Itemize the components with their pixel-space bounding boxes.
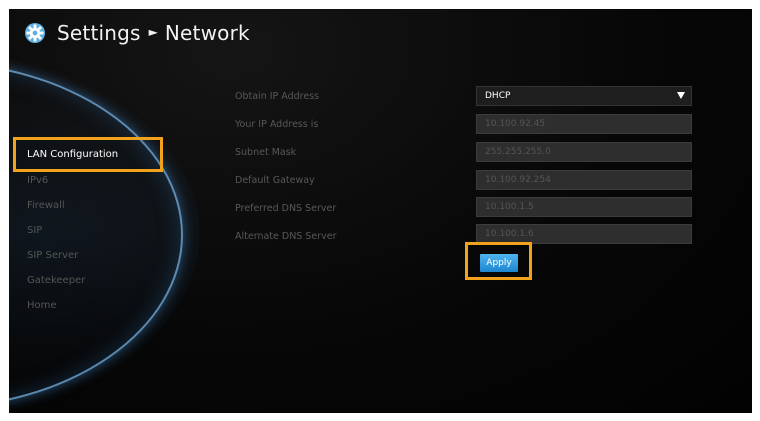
sidebar-item-sip-server[interactable]: SIP Server — [27, 250, 78, 261]
preferred-dns-field[interactable]: 10.100.1.5 — [476, 197, 692, 217]
breadcrumb-separator-icon: ► — [148, 25, 158, 39]
breadcrumb-section[interactable]: Settings — [57, 21, 141, 45]
ip-address-label: Your IP Address is — [235, 119, 319, 130]
sidebar-item-gatekeeper[interactable]: Gatekeeper — [27, 275, 85, 286]
obtain-ip-select[interactable]: DHCP — [476, 86, 692, 106]
obtain-ip-value: DHCP — [485, 91, 511, 101]
apply-button[interactable]: Apply — [480, 254, 518, 272]
sidebar-item-lan-configuration[interactable]: LAN Configuration — [27, 149, 118, 160]
alternate-dns-field[interactable]: 10.100.1.6 — [476, 224, 692, 244]
page-title: Settings ► Network — [23, 21, 250, 45]
sidebar-item-ipv6[interactable]: IPv6 — [27, 175, 48, 186]
default-gateway-field[interactable]: 10.100.92.254 — [476, 170, 692, 190]
sidebar-item-sip[interactable]: SIP — [27, 225, 42, 236]
alternate-dns-label: Alternate DNS Server — [235, 231, 337, 242]
breadcrumb-page: Network — [164, 21, 250, 45]
subnet-mask-field[interactable]: 255.255.255.0 — [476, 142, 692, 162]
chevron-down-icon — [677, 92, 685, 99]
subnet-mask-label: Subnet Mask — [235, 147, 297, 158]
obtain-ip-label: Obtain IP Address — [235, 91, 320, 102]
screen: Settings ► Network LAN Configuration IPv… — [9, 9, 752, 413]
default-gateway-label: Default Gateway — [235, 175, 315, 186]
preferred-dns-label: Preferred DNS Server — [235, 203, 337, 214]
ip-address-field[interactable]: 10.100.92.45 — [476, 114, 692, 134]
settings-gear-icon — [23, 21, 47, 45]
sidebar-item-home[interactable]: Home — [27, 300, 57, 311]
sidebar-item-firewall[interactable]: Firewall — [27, 200, 65, 211]
